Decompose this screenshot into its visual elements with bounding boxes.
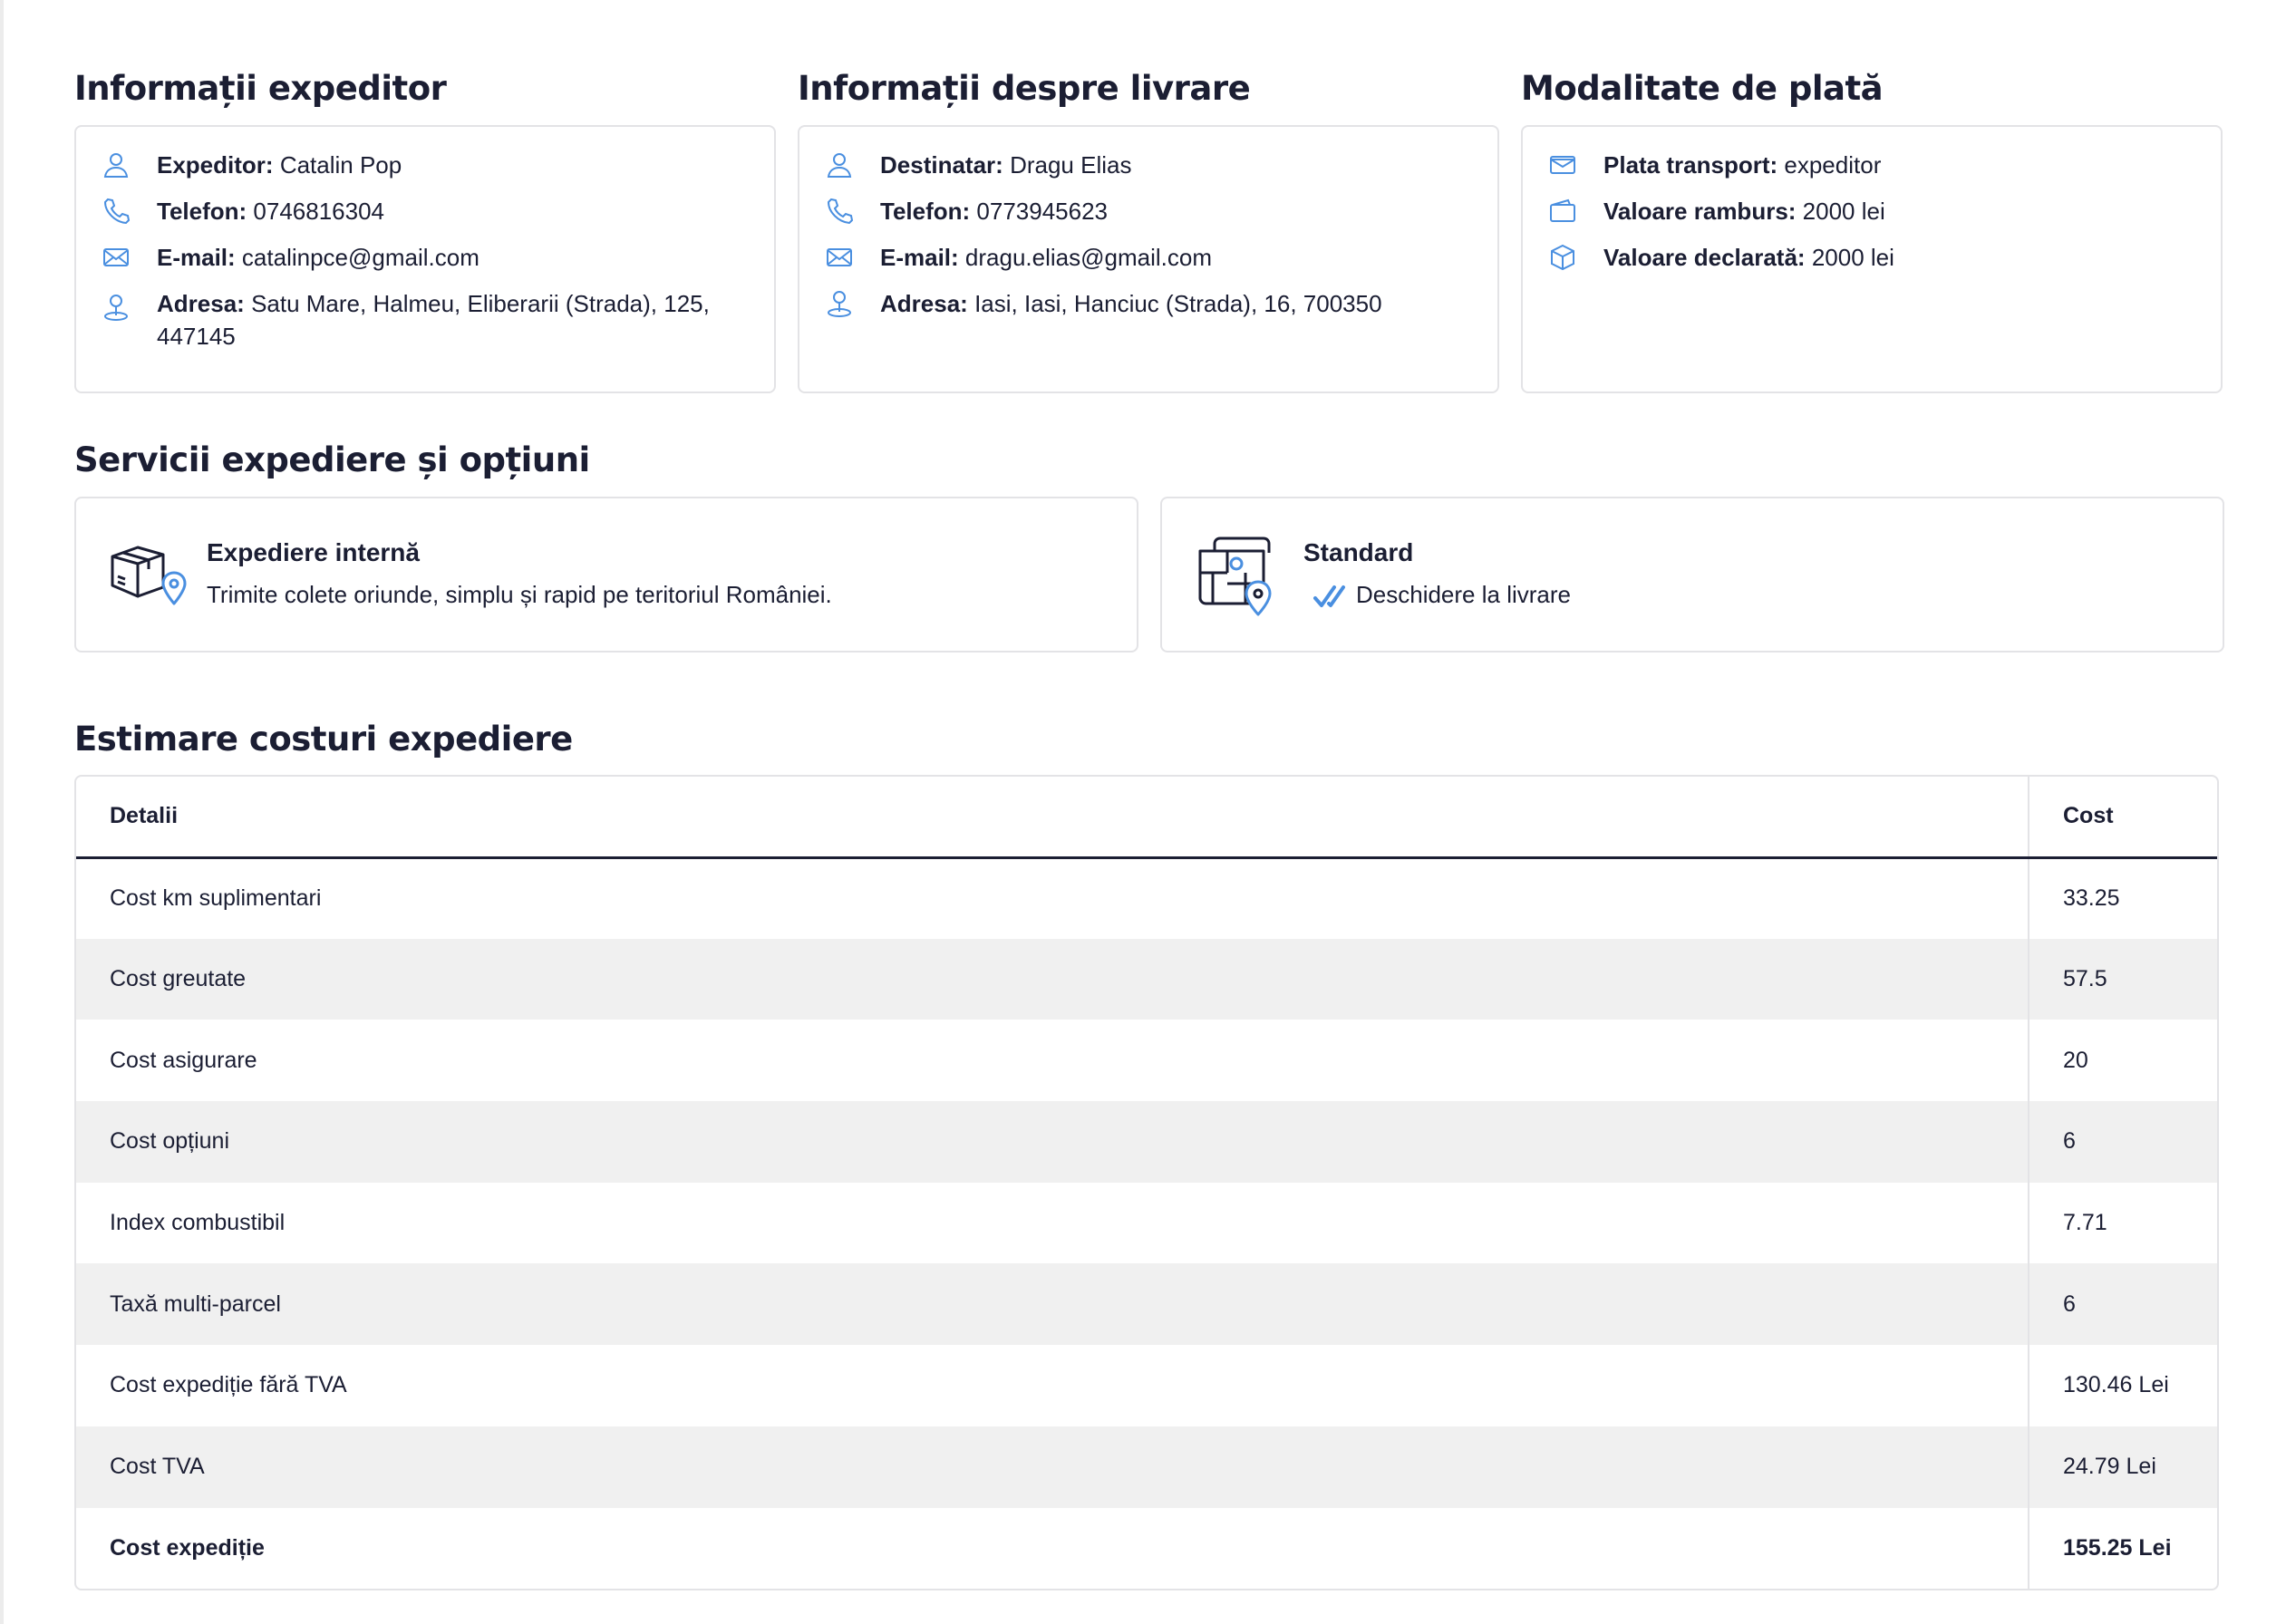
services-title: Servicii expediere și opțiuni xyxy=(74,440,590,479)
payment-declared-value: 2000 lei xyxy=(1811,244,1894,271)
payment-title: Modalitate de plată xyxy=(1521,69,1884,108)
recipient-name-row: Destinatar: Dragu Elias xyxy=(825,149,1476,181)
total-detail: Cost expediție xyxy=(110,1534,265,1561)
row-detail: Index combustibil xyxy=(110,1210,286,1236)
recipient-email-value: dragu.elias@gmail.com xyxy=(964,244,1212,271)
row-cost: 7.71 xyxy=(2028,1182,2217,1264)
wallet-icon xyxy=(1548,197,1577,226)
costs-table: Detalii Cost Cost km suplimentari 33.25 C… xyxy=(74,775,2219,1590)
recipient-email-label: E-mail: xyxy=(880,244,959,271)
table-row: Index combustibil 7.71 xyxy=(76,1182,2217,1264)
sender-address-label: Adresa: xyxy=(157,290,245,317)
table-row: Cost expediție fără TVA 130.46 Lei xyxy=(76,1345,2217,1426)
sender-phone-label: Telefon: xyxy=(157,198,247,225)
recipient-address-row: Adresa: Iasi, Iasi, Hanciuc (Strada), 16… xyxy=(825,287,1476,320)
row-detail: Cost expediție fără TVA xyxy=(110,1372,347,1398)
sender-title: Informații expeditor xyxy=(74,69,447,108)
map-location-icon xyxy=(1195,531,1280,618)
row-detail: Cost TVA xyxy=(76,1426,2029,1508)
payment-transport-value: expeditor xyxy=(1784,151,1882,179)
recipient-name-label: Destinatar: xyxy=(880,151,1003,179)
recipient-address-value: Iasi, Iasi, Hanciuc (Strada), 16, 700350 xyxy=(974,290,1382,317)
payment-cod-value: 2000 lei xyxy=(1802,198,1885,225)
payment-transport-row: Plata transport: expeditor xyxy=(1548,149,2199,181)
sender-phone-row: Telefon: 0746816304 xyxy=(102,195,752,227)
row-cost: 24.79 Lei xyxy=(2028,1426,2217,1508)
recipient-phone-value: 0773945623 xyxy=(976,198,1109,225)
recipient-email-row: E-mail: dragu.elias@gmail.com xyxy=(825,241,1476,274)
row-detail: Cost opțiuni xyxy=(76,1101,2029,1183)
table-row: Taxă multi-parcel 6 xyxy=(76,1263,2217,1346)
service-card-domestic: Expediere internă Trimite colete oriunde… xyxy=(74,497,1138,652)
table-row: Cost TVA 24.79 Lei xyxy=(76,1426,2217,1508)
box-icon xyxy=(1548,243,1577,272)
payment-cod-row: Valoare ramburs: 2000 lei xyxy=(1548,195,2199,227)
envelope-icon xyxy=(1548,150,1577,179)
table-row: Cost opțiuni 6 xyxy=(76,1101,2217,1183)
service-standard-option: Deschidere la livrare xyxy=(1356,581,1571,608)
phone-icon xyxy=(825,197,854,226)
column-header-details: Detalii xyxy=(76,777,2029,859)
sender-email-value: catalinpce@gmail.com xyxy=(241,244,479,271)
user-icon xyxy=(102,150,131,179)
location-user-icon xyxy=(825,289,854,318)
service-domestic-title: Expediere internă xyxy=(207,538,420,566)
payment-transport-label: Plata transport: xyxy=(1603,151,1778,179)
payment-declared-row: Valoare declarată: 2000 lei xyxy=(1548,241,2199,274)
sender-name-label: Expeditor: xyxy=(157,151,274,179)
recipient-address-label: Adresa: xyxy=(880,290,968,317)
double-check-icon xyxy=(1313,584,1349,609)
row-detail: Cost asigurare xyxy=(110,1047,257,1073)
recipient-phone-label: Telefon: xyxy=(880,198,971,225)
table-row: Cost greutate 57.5 xyxy=(76,938,2217,1020)
delivery-card: Destinatar: Dragu Elias Telefon: 0773945… xyxy=(798,125,1499,393)
row-detail: Cost km suplimentari xyxy=(110,885,322,912)
payment-declared-label: Valoare declarată: xyxy=(1603,244,1806,271)
table-header-row: Detalii Cost xyxy=(76,777,2217,859)
row-cost: 130.46 Lei xyxy=(2028,1345,2217,1426)
phone-icon xyxy=(102,197,131,226)
recipient-name-value: Dragu Elias xyxy=(1010,151,1132,179)
sender-address-row: Adresa: Satu Mare, Halmeu, Eliberarii (S… xyxy=(102,287,752,353)
payment-card: Plata transport: expeditor Valoare rambu… xyxy=(1521,125,2223,393)
sender-phone-value: 0746816304 xyxy=(253,198,385,225)
row-cost: 33.25 xyxy=(2028,857,2217,939)
row-detail: Cost greutate xyxy=(76,938,2029,1020)
table-row: Cost km suplimentari 33.25 xyxy=(76,857,2217,939)
column-header-cost: Cost xyxy=(2028,777,2217,859)
package-location-icon xyxy=(107,542,187,607)
service-standard-title: Standard xyxy=(1303,538,1414,566)
row-detail: Taxă multi-parcel xyxy=(76,1263,2029,1346)
row-cost: 6 xyxy=(2028,1263,2217,1346)
row-cost: 6 xyxy=(2028,1101,2217,1183)
delivery-title: Informații despre livrare xyxy=(798,69,1251,108)
sender-email-row: E-mail: catalinpce@gmail.com xyxy=(102,241,752,274)
row-cost: 57.5 xyxy=(2028,938,2217,1020)
sender-name-row: Expeditor: Catalin Pop xyxy=(102,149,752,181)
sender-email-label: E-mail: xyxy=(157,244,236,271)
mail-icon xyxy=(102,243,131,272)
sender-name-value: Catalin Pop xyxy=(279,151,402,179)
page-left-edge xyxy=(0,0,4,1624)
mail-icon xyxy=(825,243,854,272)
row-cost: 20 xyxy=(2028,1020,2217,1102)
location-user-icon xyxy=(102,293,131,322)
table-row: Cost asigurare 20 xyxy=(76,1020,2217,1102)
recipient-phone-row: Telefon: 0773945623 xyxy=(825,195,1476,227)
total-cost: 155.25 Lei xyxy=(2028,1507,2217,1589)
payment-cod-label: Valoare ramburs: xyxy=(1603,198,1797,225)
service-card-standard: Standard Deschidere la livrare xyxy=(1160,497,2224,652)
service-domestic-desc: Trimite colete oriunde, simplu și rapid … xyxy=(207,581,832,608)
user-icon xyxy=(825,150,854,179)
table-row-total: Cost expediție 155.25 Lei xyxy=(76,1507,2217,1589)
costs-title: Estimare costuri expediere xyxy=(74,720,573,759)
sender-card: Expeditor: Catalin Pop Telefon: 07468163… xyxy=(74,125,776,393)
